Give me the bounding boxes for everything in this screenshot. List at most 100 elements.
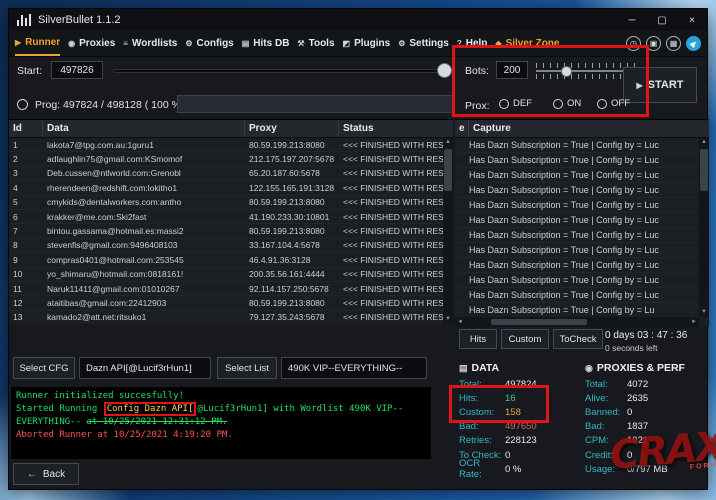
table-row[interactable]: 3 Deb.cussen@ntlworld.com:Grenobl 65.20.…: [9, 167, 443, 181]
back-button[interactable]: ← Back: [13, 463, 79, 485]
col-status[interactable]: Status: [339, 120, 453, 137]
capture-row[interactable]: Has Dazn Subscription = True | Config by…: [455, 213, 699, 228]
capture-row[interactable]: Has Dazn Subscription = True | Config by…: [455, 138, 699, 153]
table-row[interactable]: 4 rherendeen@redshift.com:lokitho1 122.1…: [9, 181, 443, 195]
window-overlay-icon[interactable]: ▦: [666, 36, 681, 51]
cell-status: <<< FINISHED WITH RES: [339, 298, 443, 308]
tab-settings[interactable]: ⚙ Settings: [398, 31, 449, 56]
capture-row[interactable]: Has Dazn Subscription = True | Config by…: [455, 183, 699, 198]
capture-row[interactable]: Has Dazn Subscription = True | Config by…: [455, 273, 699, 288]
scroll-thumb[interactable]: [700, 149, 708, 191]
start-slider-handle[interactable]: [437, 63, 452, 78]
capture-row[interactable]: Has Dazn Subscription = True | Config by…: [455, 153, 699, 168]
tab-help[interactable]: ? Help: [457, 31, 488, 56]
start-button[interactable]: ▶ START: [623, 67, 697, 103]
capture-scrollbar[interactable]: ▲ ▼: [699, 138, 709, 317]
table-row[interactable]: 7 bintou.gassama@hotmail.es:massi2 80.59…: [9, 224, 443, 238]
proxy-mode-on-radio[interactable]: ON: [553, 98, 581, 109]
select-wordlist-button[interactable]: Select List: [217, 357, 277, 379]
results-table: Id Data Proxy Status 1 lakota7@tpg.com.a…: [9, 119, 453, 324]
table-row[interactable]: 5 cmykids@dentalworkers.com:antho 80.59.…: [9, 196, 443, 210]
tab-plugins[interactable]: ◩ Plugins: [343, 31, 391, 56]
start-position-slider[interactable]: [113, 69, 443, 73]
table-row[interactable]: 12 ataitibas@gmail.com:22412903 80.59.19…: [9, 296, 443, 310]
cell-proxy: 80.59.199.213:8080: [245, 226, 339, 236]
telegram-icon[interactable]: ▶: [683, 33, 704, 54]
select-config-button[interactable]: Select CFG: [13, 357, 75, 379]
bots-input[interactable]: 200: [496, 61, 528, 79]
scroll-track[interactable]: [465, 318, 689, 326]
close-button[interactable]: ×: [677, 9, 707, 31]
cell-proxy: 33.167.104.4:5678: [245, 240, 339, 250]
capture-col-title[interactable]: Capture: [469, 120, 709, 137]
capture-row[interactable]: Has Dazn Subscription = True | Config by…: [455, 228, 699, 243]
history-icon[interactable]: ◷: [626, 36, 641, 51]
table-scrollbar[interactable]: ▲ ▼: [443, 138, 453, 324]
screenshot-icon[interactable]: ▣: [646, 36, 661, 51]
capture-col-partial[interactable]: e: [455, 120, 469, 137]
progress-radio[interactable]: [17, 99, 28, 110]
table-row[interactable]: 10 yo_shimaru@hotmail.com:0818161! 200.3…: [9, 268, 443, 282]
tab-configs[interactable]: ⚙ Configs: [185, 31, 233, 56]
scroll-left-icon[interactable]: ◄: [455, 319, 465, 325]
proxy-mode-label: Prox:: [465, 100, 490, 112]
nav-quick-actions: ◷ ▣ ▦ ▶: [626, 36, 701, 51]
scroll-track[interactable]: [444, 147, 452, 315]
scroll-thumb[interactable]: [491, 319, 587, 325]
table-row[interactable]: 9 compras0401@hotmail.com:253545 46.4.91…: [9, 253, 443, 267]
radio-icon: [553, 99, 563, 109]
tab-wordlists[interactable]: ≡ Wordlists: [123, 31, 177, 56]
capture-row[interactable]: Has Dazn Subscription = True | Config by…: [455, 258, 699, 273]
table-row[interactable]: 13 kamado2@att.net:ritsuko1 79.127.35.24…: [9, 311, 443, 324]
capture-row[interactable]: Has Dazn Subscription = True | Config by…: [455, 303, 699, 318]
scroll-up-icon[interactable]: ▲: [445, 138, 451, 147]
capture-row[interactable]: Has Dazn Subscription = True | Config by…: [455, 243, 699, 258]
minimize-button[interactable]: ─: [617, 9, 647, 31]
scroll-thumb[interactable]: [444, 149, 452, 191]
cell-id: 6: [9, 212, 43, 222]
proxy-mode-off-radio[interactable]: OFF: [597, 98, 630, 109]
table-row[interactable]: 6 krakker@me.com:Ski2fast 41.190.233.30:…: [9, 210, 443, 224]
scroll-up-icon[interactable]: ▲: [701, 138, 707, 147]
capture-row-text: Has Dazn Subscription = True | Config by…: [469, 245, 659, 255]
tab-tools[interactable]: ⚒ Tools: [297, 31, 334, 56]
scroll-down-icon[interactable]: ▼: [445, 315, 451, 324]
tab-hits[interactable]: Hits: [459, 329, 497, 349]
tab-tocheck[interactable]: ToCheck: [553, 329, 603, 349]
stat-hits: Hits:16: [459, 391, 581, 405]
cell-data: kamado2@att.net:ritsuko1: [43, 312, 245, 322]
table-row[interactable]: 11 Naruk11411@gmail.com:01010267 92.114.…: [9, 282, 443, 296]
table-row[interactable]: 1 lakota7@tpg.com.au:1guru1 80.59.199.21…: [9, 138, 443, 152]
maximize-button[interactable]: ▢: [647, 9, 677, 31]
capture-row[interactable]: Has Dazn Subscription = True | Config by…: [455, 168, 699, 183]
bots-slider-handle[interactable]: [561, 66, 572, 77]
tab-hits-db[interactable]: ▤ Hits DB: [242, 31, 290, 56]
cell-proxy: 200.35.56.161:4444: [245, 269, 339, 279]
cell-proxy: 92.114.157.250:5678: [245, 284, 339, 294]
cell-status: <<< FINISHED WITH RES: [339, 183, 443, 193]
cell-data: cmykids@dentalworkers.com:antho: [43, 197, 245, 207]
title-bar[interactable]: SilverBullet 1.1.2 ─ ▢ ×: [9, 9, 707, 31]
cell-data: Deb.cussen@ntlworld.com:Grenobl: [43, 168, 245, 178]
col-proxy[interactable]: Proxy: [245, 120, 339, 137]
radio-icon: [597, 99, 607, 109]
table-row[interactable]: 2 adlaughlin75@gmail.com:KSmomof 212.175…: [9, 152, 443, 166]
capture-row[interactable]: Has Dazn Subscription = True | Config by…: [455, 288, 699, 303]
tab-proxies[interactable]: ◉ Proxies: [68, 31, 115, 56]
tab-runner[interactable]: ▶ Runner: [15, 31, 60, 56]
scroll-right-icon[interactable]: ►: [689, 319, 699, 325]
start-position-input[interactable]: 497826: [51, 61, 103, 79]
tab-custom[interactable]: Custom: [501, 329, 549, 349]
table-row[interactable]: 8 stevenfis@gmail.com:9496408103 33.167.…: [9, 239, 443, 253]
tab-silver-zone[interactable]: ◆ Silver Zone: [495, 31, 559, 56]
col-id[interactable]: Id: [9, 120, 43, 137]
col-data[interactable]: Data: [43, 120, 245, 137]
scroll-down-icon[interactable]: ▼: [701, 308, 707, 317]
proxy-mode-def-radio[interactable]: DEF: [499, 98, 532, 109]
start-position-label: Start:: [17, 65, 42, 77]
capture-panel: e Capture Has Dazn Subscription = True |…: [455, 119, 709, 327]
capture-hscrollbar[interactable]: ◄ ►: [455, 317, 699, 327]
capture-row-text: Has Dazn Subscription = True | Config by…: [469, 290, 659, 300]
capture-row[interactable]: Has Dazn Subscription = True | Config by…: [455, 198, 699, 213]
scroll-track[interactable]: [700, 147, 708, 308]
